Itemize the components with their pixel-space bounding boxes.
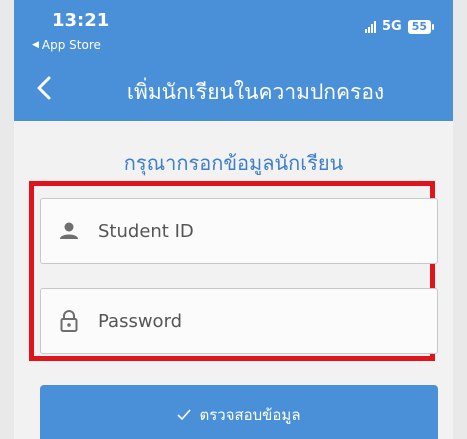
student-id-field[interactable]: Student ID bbox=[40, 198, 438, 264]
password-field[interactable]: Password bbox=[40, 288, 438, 354]
battery-icon: 55 bbox=[407, 19, 435, 34]
status-indicators: 5G 55 bbox=[364, 19, 435, 34]
password-placeholder: Password bbox=[98, 310, 183, 332]
phone-screen: 13:21 ◀ App Store 5G 55 เพิ่มนักเรียนในค… bbox=[14, 0, 453, 439]
nav-bar: เพิ่มนักเรียนในความปกครอง bbox=[14, 58, 453, 121]
person-icon bbox=[58, 220, 80, 242]
back-triangle-icon: ◀ bbox=[32, 40, 39, 50]
page-title: เพิ่มนักเรียนในความปกครอง bbox=[126, 80, 385, 104]
lock-icon bbox=[58, 310, 80, 332]
form-title: กรุณากรอกข้อมูลนักเรียน bbox=[123, 151, 344, 175]
back-app-label: App Store bbox=[41, 38, 101, 52]
signal-icon bbox=[364, 20, 376, 33]
back-to-app-link[interactable]: ◀ App Store bbox=[32, 38, 101, 52]
status-bar: 13:21 ◀ App Store 5G 55 bbox=[14, 0, 453, 58]
verify-button[interactable]: ตรวจสอบข้อมูล bbox=[40, 385, 438, 439]
network-label: 5G bbox=[381, 19, 402, 34]
verify-button-label: ตรวจสอบข้อมูล bbox=[199, 406, 301, 424]
check-icon bbox=[177, 406, 192, 424]
student-id-placeholder: Student ID bbox=[98, 220, 194, 242]
status-time: 13:21 bbox=[52, 10, 110, 31]
